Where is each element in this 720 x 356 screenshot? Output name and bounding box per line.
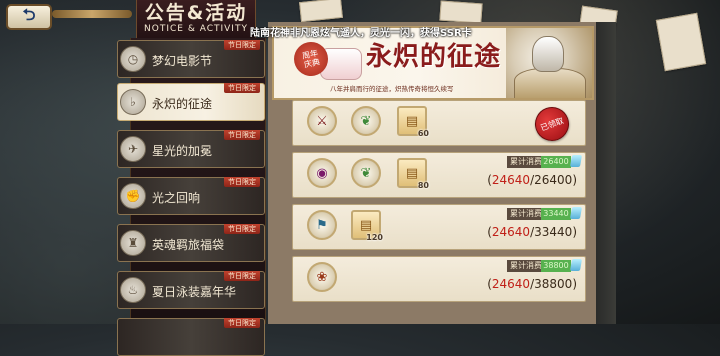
sidebar-item-label: 梦幻电影节 — [152, 54, 213, 68]
activity-sidebar: ◷ 梦幻电影节 节日限定 ♭ 永炽的征途 节日限定 ✈ 星光的加冕 节日限定 ✊… — [117, 38, 266, 356]
spend-progress: (24640/33440) — [487, 225, 577, 239]
page-title: 公告&活动 — [144, 2, 248, 24]
horn-icon: ♭ — [120, 89, 146, 115]
decor-paper — [439, 0, 483, 24]
banner-icon[interactable]: ⚑ — [307, 210, 337, 240]
gem-icon — [569, 207, 583, 219]
limited-badge: 节日限定 — [224, 177, 260, 187]
decor-paper — [655, 12, 707, 72]
reward-row: ⚔ ❦ ▤ 60 已领取 — [292, 100, 586, 146]
cumulative-spend-label: 累计消费 — [507, 156, 545, 168]
bottle-icon: ♨ — [120, 277, 146, 303]
limited-badge: 节日限定 — [224, 318, 260, 328]
limited-badge: 节日限定 — [224, 83, 260, 93]
limited-badge: 节日限定 — [224, 130, 260, 140]
reward-row: ❀ 累计消费 38800 (24640/38800) — [292, 256, 586, 302]
sword-icon[interactable]: ⚔ — [307, 106, 337, 136]
back-arrow-icon: ⮌ — [22, 4, 36, 24]
fist-icon: ✊ — [120, 183, 146, 209]
frame-ornament — [52, 10, 132, 18]
hero-armor — [514, 68, 586, 98]
sidebar-item-label: 星光的加冕 — [152, 144, 213, 158]
cumulative-spend-label: 累计消费 — [507, 260, 545, 272]
cumulative-spend-label: 累计消费 — [507, 208, 545, 220]
scroll-icon[interactable]: ▤ 60 — [397, 106, 429, 138]
gift-icon[interactable]: ❀ — [307, 262, 337, 292]
sidebar-item-dream-film[interactable]: ◷ 梦幻电影节 节日限定 — [117, 40, 265, 78]
wing-icon: ✈ — [120, 136, 146, 162]
sidebar-item-summer-swim[interactable]: ♨ 夏日泳装嘉年华 节日限定 — [117, 271, 265, 309]
wreath-icon[interactable]: ❦ — [351, 106, 381, 136]
spend-progress: (24640/38800) — [487, 277, 577, 291]
sidebar-item-label: 永炽的征途 — [152, 97, 213, 111]
bag-icon: ♜ — [120, 230, 146, 256]
gem-icon — [569, 155, 583, 167]
limited-badge: 节日限定 — [224, 224, 260, 234]
sidebar-item-eternal-journey[interactable]: ♭ 永炽的征途 节日限定 — [117, 83, 265, 121]
spend-requirement: 38800 — [541, 260, 571, 272]
back-button[interactable]: ⮌ — [6, 4, 52, 30]
page-header: 公告&活动 NOTICE & ACTIVITY — [136, 0, 256, 39]
hero-helmet — [532, 36, 564, 72]
spend-requirement: 26400 — [541, 156, 571, 168]
sidebar-item-label: 光之回响 — [152, 191, 201, 205]
orb-icon[interactable]: ◉ — [307, 158, 337, 188]
sidebar-item-label: 夏日泳装嘉年华 — [152, 285, 237, 299]
sidebar-item-star-crown[interactable]: ✈ 星光的加冕 节日限定 — [117, 130, 265, 168]
limited-badge: 节日限定 — [224, 271, 260, 281]
spend-progress: (24640/26400) — [487, 173, 577, 187]
spend-requirement: 33440 — [541, 208, 571, 220]
wreath-icon[interactable]: ❦ — [351, 158, 381, 188]
sidebar-item-lucky-bag[interactable]: ♜ 英魂羁旅福袋 节日限定 — [117, 224, 265, 262]
banner-subtitle: 八年并肩而行的征途，炽热传奇将恒久续写 — [330, 85, 454, 93]
clock-icon: ◷ — [120, 46, 146, 72]
page-subtitle: NOTICE & ACTIVITY — [144, 24, 248, 34]
claimed-stamp: 已领取 — [530, 102, 574, 146]
gem-icon — [569, 259, 583, 271]
sidebar-item-label: 英魂羁旅福袋 — [152, 238, 225, 252]
reward-row: ◉ ❦ ▤ 80 累计消费 26400 (24640/26400) — [292, 152, 586, 198]
banner-title: 永炽的征途 — [366, 42, 502, 72]
panel-edge — [596, 22, 616, 324]
limited-badge: 节日限定 — [224, 40, 260, 50]
scroll-icon[interactable]: ▤ 120 — [351, 210, 383, 242]
announcement-ticker: 陆南花神非凡恩炫气遥人，灵光一闪，获得SSR卡 — [250, 28, 472, 39]
sidebar-item-light-echo[interactable]: ✊ 光之回响 节日限定 — [117, 177, 265, 215]
scroll-icon[interactable]: ▤ 80 — [397, 158, 429, 190]
reward-row: ⚑ ▤ 120 累计消费 33440 (24640/33440) — [292, 204, 586, 250]
